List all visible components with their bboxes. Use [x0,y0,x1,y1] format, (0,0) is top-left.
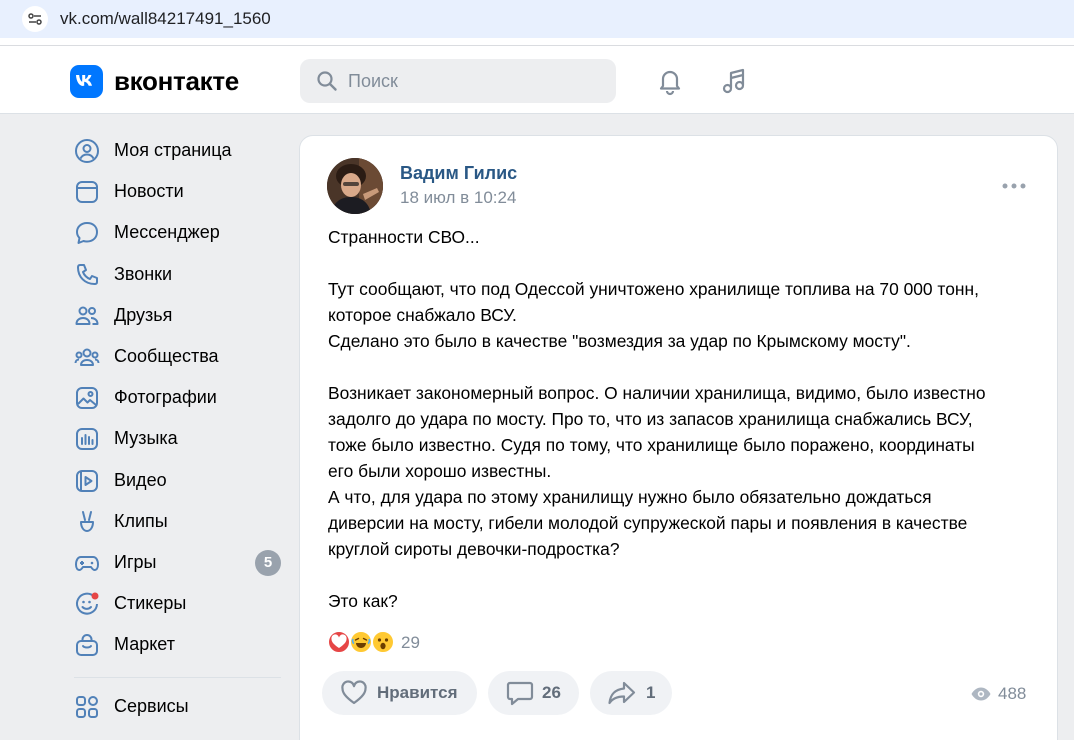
post-paragraph: Тут сообщают, что под Одессой уничтожено… [328,279,979,351]
sidebar-item-friends[interactable]: Друзья [66,295,291,336]
sidebar-item-label: Фотографии [114,387,217,408]
sidebar-item-music[interactable]: Музыка [66,418,291,459]
comment-icon [506,681,534,706]
message-icon [76,222,98,245]
sidebar-item-games[interactable]: Игры 5 [66,542,291,583]
photo-icon [76,387,98,410]
sidebar-item-label: Сообщества [114,345,219,366]
laughing-reaction-icon [349,630,373,654]
post-paragraph: Возникает закономерный вопрос. О наличии… [328,383,986,559]
address-url[interactable]: vk.com/wall84217491_1560 [60,9,271,29]
sidebar-item-label: Новости [114,181,184,202]
sidebar-item-label: Сервисы [114,696,189,717]
sidebar-item-label: Стикеры [114,593,187,614]
sidebar-item-label: Звонки [114,263,173,284]
sidebar-item-calls[interactable]: Звонки [66,254,291,295]
sidebar-item-news[interactable]: Новости [66,171,291,212]
sidebar-item-clips[interactable]: Клипы [66,501,291,542]
clips-icon [80,510,94,532]
author-avatar[interactable] [327,158,383,214]
sidebar-item-label: Клипы [114,510,168,531]
more-dots-icon [1002,183,1026,189]
sidebar-item-label: Игры [114,551,157,572]
post-paragraph: Странности СВО... [328,227,480,247]
sidebar-item-video[interactable]: Видео [66,460,291,501]
friends-icon [75,306,99,325]
views-count: 488 [998,684,1027,703]
sidebar-divider [74,677,281,679]
notifications-button[interactable] [654,65,686,97]
vk-logo-icon[interactable] [70,65,103,98]
like-label: Нравится [377,683,458,702]
post-text: Странности СВО... Тут сообщают, что под … [328,224,1028,614]
phone-icon [77,263,98,285]
communities-icon [74,348,100,366]
reactions-count: 29 [401,633,420,652]
share-icon [608,681,636,705]
market-icon [76,634,98,657]
search-icon [317,71,337,91]
news-icon [76,181,98,204]
heart-icon [341,680,367,705]
bell-icon [659,70,681,96]
music-note-icon [722,68,745,94]
search-input[interactable] [348,59,598,103]
left-sidebar: Моя страница Новости Мессенджер Звонки Д… [66,130,291,728]
sidebar-item-communities[interactable]: Сообщества [66,336,291,377]
comments-count: 26 [542,683,561,702]
like-button[interactable]: Нравится [322,671,477,715]
sidebar-item-market[interactable]: Маркет [66,624,291,665]
search-box[interactable] [300,59,616,103]
sidebar-item-label: Моя страница [114,140,232,160]
site-settings-icon[interactable] [22,6,48,32]
sidebar-item-my-page[interactable]: Моя страница [66,130,291,171]
shares-count: 1 [646,683,656,702]
vk-wordmark[interactable]: вконтакте [114,66,239,97]
stickers-icon [76,592,99,615]
surprised-reaction-icon [371,630,395,654]
browser-divider [0,38,1074,46]
music-icon [76,428,98,451]
sidebar-item-photos[interactable]: Фотографии [66,377,291,418]
games-icon [75,555,99,571]
post-more-button[interactable] [1000,176,1028,196]
post-date[interactable]: 18 июл в 10:24 [400,188,516,208]
wall-post: Вадим Гилис 18 июл в 10:24 Странности СВ… [299,135,1058,740]
sidebar-item-label: Друзья [114,304,173,325]
video-icon [76,469,98,492]
post-author-name[interactable]: Вадим Гилис [400,163,517,184]
sidebar-item-label: Видео [114,469,167,490]
sidebar-item-label: Музыка [114,428,178,449]
sidebar-item-messenger[interactable]: Мессенджер [66,212,291,253]
heart-reaction-icon [327,630,351,654]
sidebar-item-services[interactable]: Сервисы [66,686,291,727]
browser-address-bar: vk.com/wall84217491_1560 [0,0,1074,38]
sidebar-item-label: Маркет [114,634,175,655]
post-paragraph: Это как? [328,591,398,611]
site-header: вконтакте [0,46,1074,114]
sidebar-item-label: Мессенджер [114,222,220,243]
comment-button[interactable]: 26 [488,671,579,715]
games-badge: 5 [255,549,281,576]
share-button[interactable]: 1 [590,671,672,715]
eye-icon [971,687,991,701]
music-player-button[interactable] [719,65,751,97]
user-circle-icon [75,139,99,163]
sidebar-item-stickers[interactable]: Стикеры [66,583,291,624]
services-icon [76,696,98,719]
